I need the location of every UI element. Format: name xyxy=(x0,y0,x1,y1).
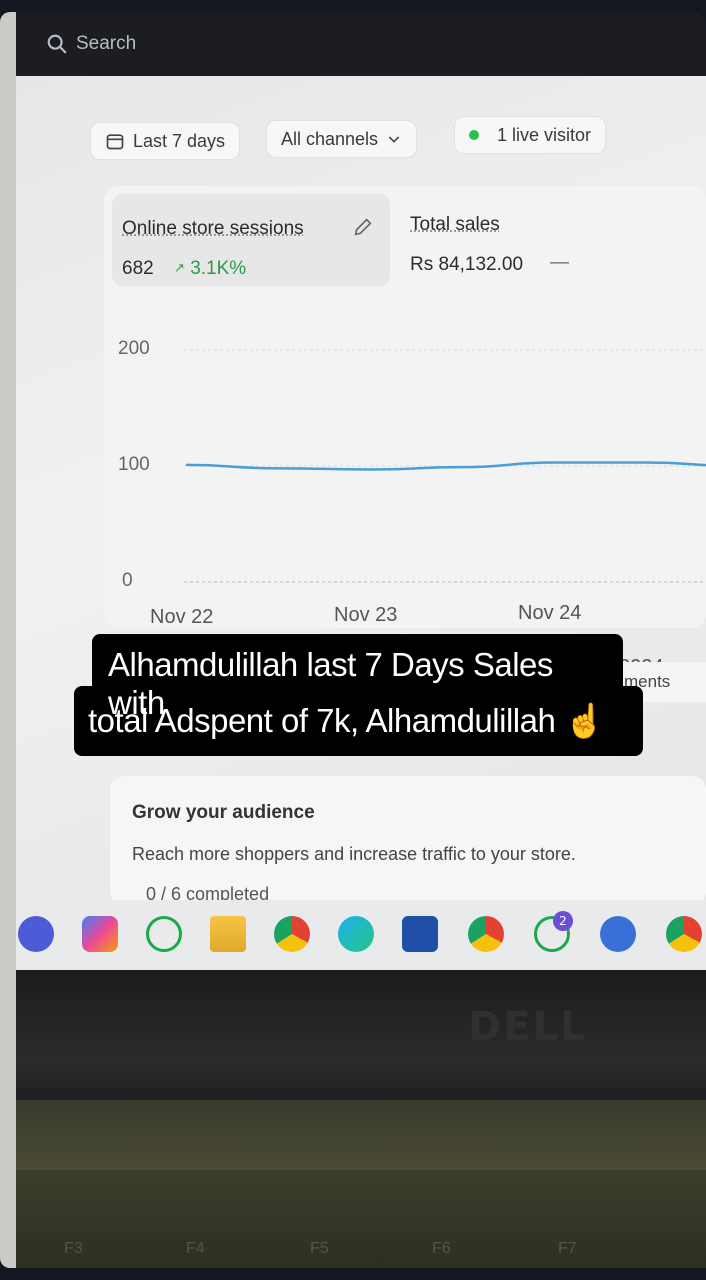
calendar-icon xyxy=(106,134,124,150)
date-range-label: Last 7 days xyxy=(133,130,226,151)
x-tick-label: Nov 23 xyxy=(334,604,398,626)
camera-app-icon[interactable] xyxy=(18,916,54,952)
search-placeholder: Search xyxy=(76,33,137,54)
channel-filter[interactable]: All channels xyxy=(266,120,418,158)
x-tick-label: Nov 24 xyxy=(518,602,582,624)
whatsapp-icon[interactable]: 2 xyxy=(534,911,573,952)
phone-edge xyxy=(0,12,16,1268)
taskbar: 2 xyxy=(16,900,706,970)
laptop-bezel xyxy=(16,970,706,1100)
chevron-down-icon xyxy=(388,136,400,143)
y-tick-label: 100 xyxy=(118,454,150,475)
sessions-line-chart xyxy=(184,349,706,583)
search-icon xyxy=(47,34,67,54)
file-explorer-icon[interactable] xyxy=(210,916,246,952)
grow-description: Reach more shoppers and increase traffic… xyxy=(132,844,576,864)
edge-icon[interactable] xyxy=(338,916,374,952)
grow-audience-card[interactable]: Grow your audience Reach more shoppers a… xyxy=(110,776,706,906)
y-tick-label: 200 xyxy=(118,338,150,359)
date-range-filter[interactable]: Last 7 days xyxy=(90,122,241,160)
whatsapp-icon[interactable] xyxy=(146,916,182,952)
chrome-profile-icon[interactable] xyxy=(468,916,504,952)
notification-badge: 2 xyxy=(553,911,573,931)
caption-line-1: Alhamdulillah last 7 Days Sales with xyxy=(92,634,623,721)
x-tick-label: Nov 22 xyxy=(150,606,214,628)
chrome-remote-icon[interactable] xyxy=(600,916,636,952)
function-key: F7 xyxy=(558,1240,577,1257)
sessions-chart-card: Online store sessions 682 ↗ 3.1K% Total … xyxy=(104,186,706,678)
function-key: F3 xyxy=(64,1240,83,1257)
dell-logo: DELL xyxy=(468,1004,588,1050)
y-tick-label: 0 xyxy=(122,570,133,591)
function-key: F4 xyxy=(186,1240,205,1257)
grow-title: Grow your audience xyxy=(132,802,315,823)
analytics-screen: Last 7 days All channels 1 live visitor … xyxy=(16,76,706,906)
channel-label: All channels xyxy=(281,128,379,149)
laptop-keyboard xyxy=(16,1170,706,1268)
live-indicator-dot xyxy=(469,130,479,140)
chrome-icon[interactable] xyxy=(666,916,702,952)
chrome-icon[interactable] xyxy=(274,916,310,952)
microsoft-store-icon[interactable] xyxy=(402,916,438,952)
function-key: F6 xyxy=(432,1240,451,1257)
live-visitor-label: 1 live visitor xyxy=(497,124,592,145)
function-key: F5 xyxy=(310,1240,329,1257)
caption-text-2: total Adspent of 7k, Alhamdulillah ☝️ xyxy=(88,702,605,739)
copilot-icon[interactable] xyxy=(82,916,118,952)
search-input[interactable]: Search xyxy=(46,28,686,60)
laptop-hinge xyxy=(16,1100,706,1170)
live-visitor-button[interactable]: 1 live visitor xyxy=(454,116,607,154)
